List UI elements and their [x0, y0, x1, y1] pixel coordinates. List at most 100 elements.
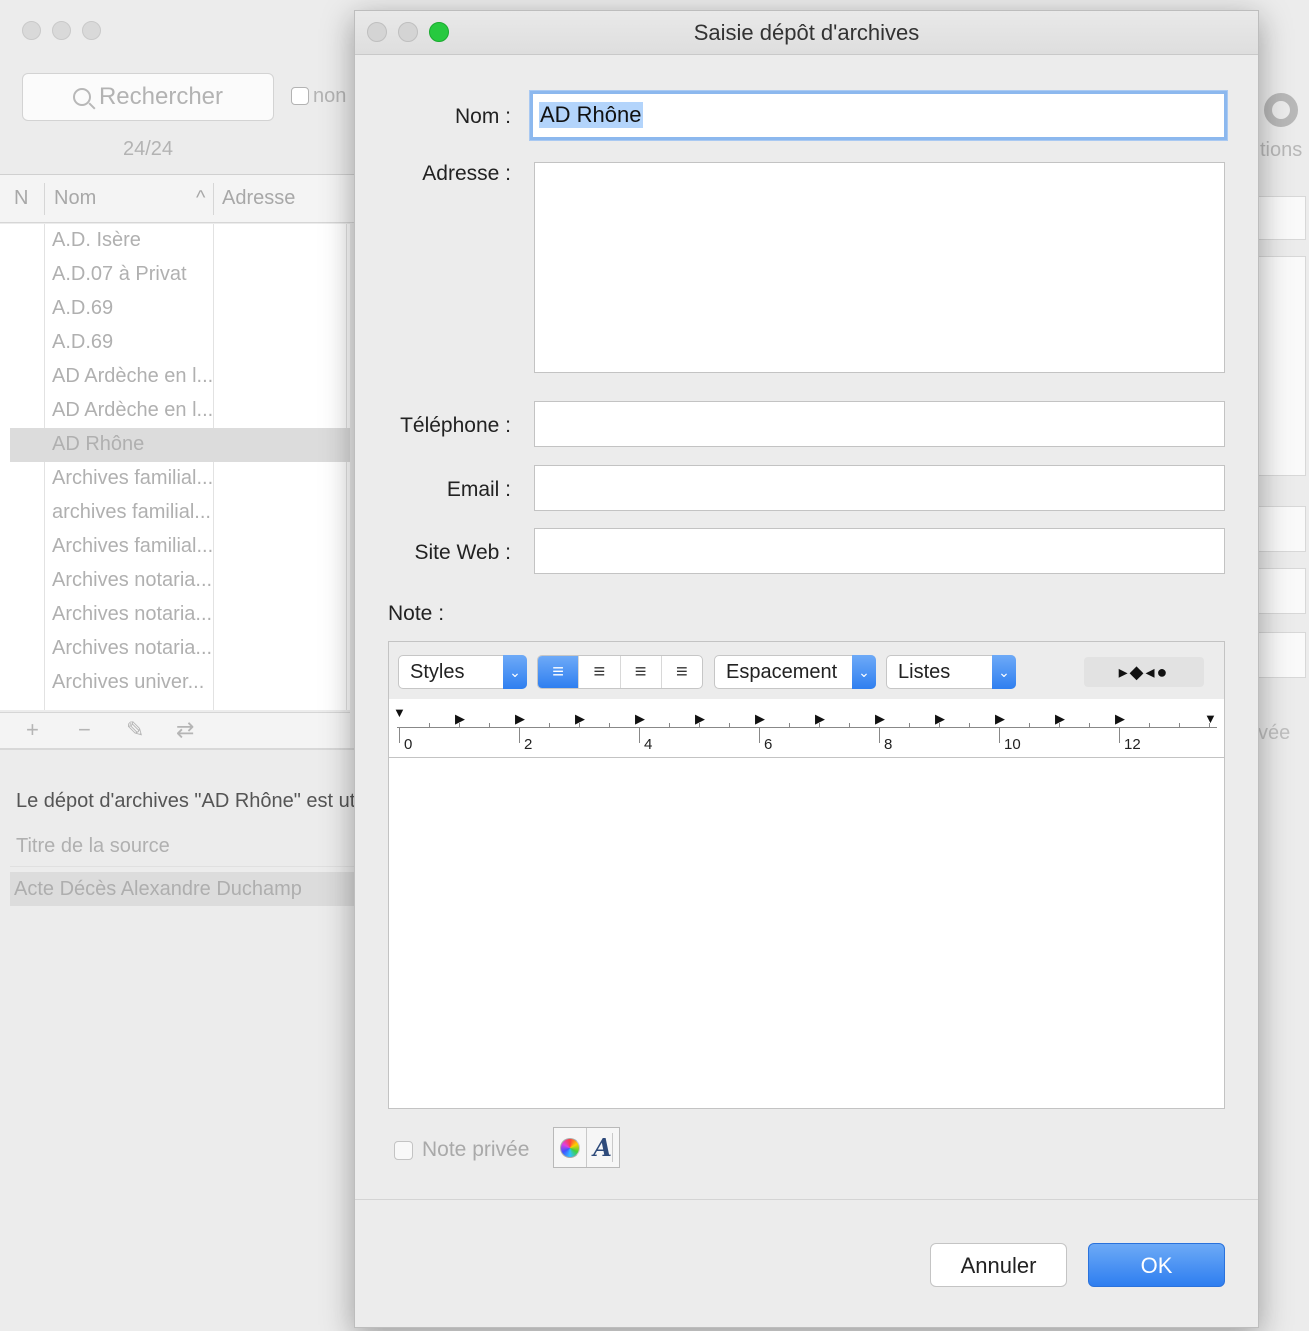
tab-stop-icon[interactable]: ▶	[1055, 711, 1065, 727]
list-item[interactable]: Archives familial...	[10, 530, 350, 564]
ruler-tick	[1149, 723, 1150, 728]
tab-stop-icon[interactable]: ▶	[455, 711, 465, 727]
merge-icon[interactable]: ⇄	[176, 717, 194, 743]
zoom-icon[interactable]	[82, 21, 101, 40]
add-button[interactable]: +	[26, 717, 39, 743]
note-privee-checkbox[interactable]	[394, 1140, 413, 1160]
tab-stop-icon[interactable]: ▶	[635, 711, 645, 727]
close-icon[interactable]	[22, 21, 41, 40]
list-item[interactable]: A.D.07 à Privat	[10, 258, 350, 292]
column-header-adresse[interactable]: Adresse	[222, 187, 295, 210]
ruler-major-tick	[999, 727, 1000, 743]
column-header-nom[interactable]: Nom	[54, 187, 96, 210]
styles-popup[interactable]: Styles ⌄	[398, 655, 527, 689]
list-item[interactable]: Archives notaria...	[10, 632, 350, 666]
edit-pencil-icon[interactable]: ✎	[126, 717, 144, 743]
tab-stop-icon[interactable]: ▶	[755, 711, 765, 727]
tab-stop-icon[interactable]: ▶	[995, 711, 1005, 727]
list-item[interactable]: Archives familial...	[10, 462, 350, 496]
ruler-tick	[489, 723, 490, 728]
align-center-icon[interactable]: ≡	[579, 656, 621, 688]
tab-stop-icon[interactable]: ▶	[695, 711, 705, 727]
text-format-toolbar: Styles ⌄ ≡ ≡ ≡ ≡ Espacement ⌄ Listes ⌄ ▸…	[389, 642, 1224, 699]
list-item[interactable]: AD Ardèche en l...	[10, 394, 350, 428]
search-placeholder: Rechercher	[98, 83, 224, 110]
ruler-number: 8	[884, 736, 893, 753]
cancel-button[interactable]: Annuler	[930, 1243, 1067, 1287]
ruler-tick	[549, 723, 550, 728]
note-editor: Styles ⌄ ≡ ≡ ≡ ≡ Espacement ⌄ Listes ⌄ ▸…	[388, 641, 1225, 1109]
list-item[interactable]: Archives notaria...	[10, 564, 350, 598]
note-text-area[interactable]	[389, 759, 1224, 1108]
search-input[interactable]: Rechercher	[22, 73, 274, 121]
ruler-tick	[1089, 723, 1090, 728]
ruler-number: 0	[404, 736, 413, 753]
record-count: 24/24	[122, 138, 174, 160]
listes-popup[interactable]: Listes ⌄	[886, 655, 1016, 689]
nom-field[interactable]: AD Rhône	[530, 91, 1227, 140]
list-item[interactable]: Archives univer...	[10, 666, 350, 700]
source-row[interactable]: Acte Décès Alexandre Duchamp	[10, 872, 360, 906]
tab-stop-icon[interactable]: ▶	[875, 711, 885, 727]
tab-stop-icon[interactable]: ▶	[1115, 711, 1125, 727]
align-left-icon[interactable]: ≡	[538, 656, 580, 688]
ruler-tick	[669, 723, 670, 728]
minimize-icon[interactable]	[52, 21, 71, 40]
adresse-field[interactable]	[534, 162, 1225, 373]
align-right-icon[interactable]: ≡	[662, 656, 702, 688]
ruler[interactable]: ▶ ▶ ▶ ▶ ▶ ▶ ▶ ▶ ▶ ▶ ▶ ▶ ▼ ▼ 0 2 4 6 8 10 12	[389, 699, 1224, 758]
note-label: Note :	[388, 602, 445, 625]
ruler-number: 12	[1124, 736, 1141, 753]
espacement-popup[interactable]: Espacement ⌄	[714, 655, 876, 689]
font-button[interactable]: A	[587, 1128, 619, 1167]
email-label: Email :	[446, 478, 511, 501]
email-field[interactable]	[534, 465, 1225, 511]
remove-button[interactable]: −	[78, 717, 91, 743]
chevron-down-icon: ⌄	[852, 655, 876, 689]
ruler-major-tick	[1119, 727, 1120, 743]
ruler-tick	[849, 723, 850, 728]
chevron-down-icon: ⌄	[992, 655, 1016, 689]
tab-stop-icon[interactable]: ▶	[575, 711, 585, 727]
tab-stop-icon[interactable]: ▶	[515, 711, 525, 727]
list-actions-bar: + − ✎ ⇄	[0, 712, 350, 748]
ruler-tick	[729, 723, 730, 728]
ruler-baseline	[397, 727, 1217, 728]
list-item[interactable]: archives familial...	[10, 496, 350, 530]
archive-list[interactable]: A.D. Isère A.D.07 à Privat A.D.69 A.D.69…	[0, 224, 350, 710]
column-header-n[interactable]: N	[14, 187, 28, 210]
tab-stops-icon[interactable]: ▸◆◂●	[1084, 657, 1204, 687]
ruler-tick	[609, 723, 610, 728]
right-margin-icon[interactable]: ▼	[1204, 711, 1217, 726]
note-privee-label: Note privée	[422, 1138, 530, 1161]
ruler-tick	[909, 723, 910, 728]
ok-button[interactable]: OK	[1088, 1243, 1225, 1287]
list-item[interactable]: A.D.69	[10, 292, 350, 326]
list-item[interactable]: A.D. Isère	[10, 224, 350, 258]
align-justify-icon[interactable]: ≡	[621, 656, 662, 688]
list-item[interactable]: Archives notaria...	[10, 598, 350, 632]
left-indent-icon[interactable]: ▼	[393, 705, 406, 720]
ruler-number: 10	[1004, 736, 1021, 753]
site-web-field[interactable]	[534, 528, 1225, 574]
non-checkbox[interactable]	[291, 87, 309, 105]
ruler-tick	[1029, 723, 1030, 728]
font-icon: A	[593, 1133, 613, 1162]
source-column-header[interactable]: Titre de la source	[16, 835, 170, 858]
ruler-major-tick	[879, 727, 880, 743]
list-item[interactable]: AD Ardèche en l...	[10, 360, 350, 394]
telephone-field[interactable]	[534, 401, 1225, 447]
adresse-label: Adresse :	[422, 162, 511, 185]
color-wheel-button[interactable]	[554, 1128, 587, 1167]
divider	[355, 1199, 1258, 1200]
note-privee-row: Note privée	[394, 1138, 529, 1162]
list-item-selected[interactable]: AD Rhône	[10, 428, 350, 462]
gear-icon[interactable]	[1264, 93, 1298, 127]
tab-stop-icon[interactable]: ▶	[815, 711, 825, 727]
tab-stop-icon[interactable]: ▶	[935, 711, 945, 727]
list-header: N Nom ^ Adresse	[0, 175, 360, 223]
divider	[0, 748, 360, 750]
dialog-title: Saisie dépôt d'archives	[693, 20, 920, 45]
column-divider	[213, 183, 214, 215]
list-item[interactable]: A.D.69	[10, 326, 350, 360]
